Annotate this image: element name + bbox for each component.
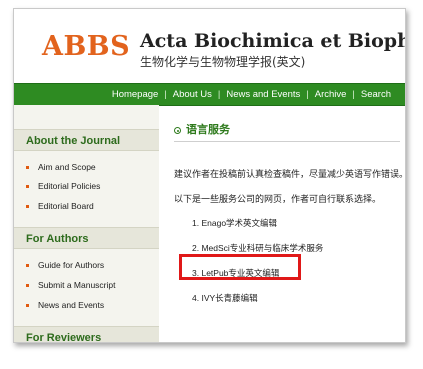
service-item-enago[interactable]: 1. Enago学术英文编辑 [192, 217, 277, 229]
service-link[interactable]: IVY长青藤编辑 [201, 293, 257, 303]
sidebar: About the Journal Aim and Scope Editoria… [14, 105, 159, 342]
sidebar-item-label[interactable]: Aim and Scope [38, 162, 96, 172]
sidebar-item-editorial-policies[interactable]: Editorial Policies [26, 181, 100, 191]
highlight-box [179, 254, 301, 280]
sidebar-item-editorial-board[interactable]: Editorial Board [26, 201, 94, 211]
sidebar-item-news-events[interactable]: News and Events [26, 300, 104, 310]
list-number: 4. [192, 293, 200, 303]
circle-bullet-icon [174, 127, 181, 134]
nav-menu: Homepage | About Us | News and Events | … [106, 84, 397, 105]
section-title-text: 语言服务 [186, 124, 230, 136]
bullet-icon [26, 284, 29, 288]
sidebar-item-submit-manuscript[interactable]: Submit a Manuscript [26, 280, 115, 290]
bullet-icon [26, 205, 29, 209]
sidebar-item-aim-scope[interactable]: Aim and Scope [26, 162, 96, 172]
intro-paragraph-2: 以下是一些服务公司的网页，作者可自行联系选择。 [174, 194, 382, 204]
sidebar-heading-about-journal: About the Journal [14, 129, 159, 151]
nav-about-us[interactable]: About Us [167, 89, 218, 100]
intro-paragraph: 建议作者在投稿前认真检查稿件，尽量减少英语写作错误。 [174, 169, 406, 179]
bullet-icon [26, 185, 29, 189]
nav-search[interactable]: Search [355, 89, 397, 100]
bullet-icon [26, 166, 29, 170]
main-content: 语言服务 建议作者在投稿前认真检查稿件，尽量减少英语写作错误。 以下是一些服务公… [174, 105, 405, 342]
sidebar-heading-for-reviewers: For Reviewers [14, 326, 159, 342]
sidebar-item-label[interactable]: News and Events [38, 300, 104, 310]
service-item-ivy[interactable]: 4. IVY长青藤编辑 [192, 292, 258, 304]
sidebar-item-label[interactable]: Editorial Board [38, 201, 94, 211]
browser-frame: ABBS Acta Biochimica et Biophysica 生物化学与… [13, 8, 406, 343]
service-link[interactable]: MedSci专业科研与临床学术服务 [201, 243, 323, 253]
bullet-icon [26, 264, 29, 268]
sidebar-item-label[interactable]: Editorial Policies [38, 181, 100, 191]
section-title: 语言服务 [174, 121, 230, 137]
journal-title-cn: 生物化学与生物物理学报(英文) [140, 55, 306, 69]
sidebar-item-label[interactable]: Guide for Authors [38, 260, 104, 270]
abbs-logo[interactable]: ABBS [42, 31, 130, 62]
bullet-icon [26, 304, 29, 308]
list-number: 1. [192, 218, 200, 228]
journal-title-en: Acta Biochimica et Biophysica [140, 30, 406, 52]
sidebar-heading-for-authors: For Authors [14, 227, 159, 249]
list-number: 2. [192, 243, 200, 253]
service-item-medsci[interactable]: 2. MedSci专业科研与临床学术服务 [192, 242, 323, 254]
sidebar-item-guide-authors[interactable]: Guide for Authors [26, 260, 104, 270]
main-navbar: Homepage | About Us | News and Events | … [14, 83, 405, 106]
sidebar-item-label[interactable]: Submit a Manuscript [38, 280, 115, 290]
nav-homepage[interactable]: Homepage [106, 89, 164, 100]
nav-news-and-events[interactable]: News and Events [220, 89, 306, 100]
service-link[interactable]: Enago学术英文编辑 [201, 218, 277, 228]
divider [174, 141, 400, 142]
nav-archive[interactable]: Archive [309, 89, 353, 100]
site-header: ABBS Acta Biochimica et Biophysica 生物化学与… [14, 9, 405, 83]
